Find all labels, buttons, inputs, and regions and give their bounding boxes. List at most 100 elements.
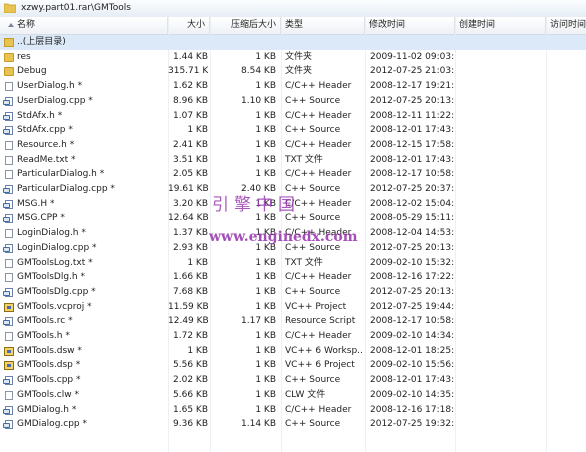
file-type: C++ Source xyxy=(285,95,341,106)
file-size: 12.64 KB xyxy=(168,213,208,224)
file-row[interactable]: GMToolsLog.txt * 1 KB 1 KB TXT 文件 2009-02-10… xyxy=(0,256,586,271)
file-row[interactable]: GMTools.cpp * 2.02 KB 1 KB C++ Source 2008-1… xyxy=(0,373,586,388)
file-name: ReadMe.txt * xyxy=(17,154,76,165)
file-type: C/C++ Header xyxy=(285,139,352,150)
file-row[interactable]: ParticularDialog.h * 2.05 KB 1 KB C/C++ Hea… xyxy=(0,167,586,182)
document-icon xyxy=(5,140,13,150)
file-name: Resource.h * xyxy=(17,139,75,150)
file-row[interactable]: GMTools.rc * 12.49 KB 1.17 KB Resource Scri… xyxy=(0,314,586,329)
file-modified: 2012-07-25 19:44:.. xyxy=(370,301,455,312)
file-size: 2.02 KB xyxy=(173,375,208,386)
file-row[interactable]: GMTools.dsw * 1 KB 1 KB VC++ 6 Worksp... 200… xyxy=(0,344,586,359)
file-row[interactable]: GMTools.h * 1.72 KB 1 KB C/C++ Header 2009-0… xyxy=(0,329,586,344)
file-modified: 2012-07-25 20:13:.. xyxy=(370,286,455,297)
address-bar[interactable]: xzwy.part01.rar\GMTools xyxy=(0,0,586,18)
watermark-url: www.enginedx.com xyxy=(209,229,358,245)
file-row[interactable]: GMDialog.h * 1.65 KB 1 KB C/C++ Header 2008-… xyxy=(0,403,586,418)
file-size: 1 KB xyxy=(187,257,208,268)
file-row[interactable]: Debug 315.71 KB 8.54 KB 文件夹 2012-07-25 21:03… xyxy=(0,64,586,79)
file-row[interactable]: StdAfx.cpp * 1 KB 1 KB C++ Source 2008-12-01… xyxy=(0,123,586,138)
file-modified: 2009-11-02 09:03:.. xyxy=(370,51,455,62)
document-icon xyxy=(5,82,13,92)
file-row[interactable]: GMToolsDlg.cpp * 7.68 KB 1 KB C++ Source 201… xyxy=(0,285,586,300)
file-type: VC++ 6 Project xyxy=(285,360,355,371)
file-name: GMDialog.h * xyxy=(17,404,77,415)
document-icon xyxy=(5,390,13,400)
file-row[interactable]: GMDialog.cpp * 9.36 KB 1.14 KB C++ Source 20… xyxy=(0,417,586,432)
file-size: 5.66 KB xyxy=(173,389,208,400)
file-type: C/C++ Header xyxy=(285,272,352,283)
source-file-icon xyxy=(3,214,13,224)
column-compressed-size[interactable]: 压缩后大小 xyxy=(210,17,281,34)
file-row[interactable]: Resource.h * 2.41 KB 1 KB C/C++ Header 2008-… xyxy=(0,138,586,153)
file-modified: 2008-12-04 14:53:.. xyxy=(370,228,455,239)
parent-directory-label: ..(上层目录) xyxy=(17,37,66,47)
file-compressed-size: 1.17 KB xyxy=(241,316,276,327)
file-compressed-size: 1 KB xyxy=(255,125,276,136)
file-compressed-size: 1 KB xyxy=(255,169,276,180)
file-modified: 2012-07-25 21:03:.. xyxy=(370,66,455,77)
project-icon xyxy=(4,346,14,356)
file-row[interactable]: GMToolsDlg.h * 1.66 KB 1 KB C/C++ Header 200… xyxy=(0,270,586,285)
file-row[interactable]: res 1.44 KB 1 KB 文件夹 2009-11-02 09:03:.. xyxy=(0,50,586,65)
folder-up-icon xyxy=(4,38,14,47)
file-size: 2.05 KB xyxy=(173,169,208,180)
file-name: StdAfx.h * xyxy=(17,110,63,121)
file-size: 1.72 KB xyxy=(173,331,208,341)
file-row[interactable]: GMTools.vcproj * 11.59 KB 1 KB VC++ Project… xyxy=(0,300,586,315)
file-row[interactable]: UserDialog.h * 1.62 KB 1 KB C/C++ Header 200… xyxy=(0,79,586,94)
project-icon xyxy=(4,361,14,371)
file-modified: 2012-07-25 20:37:.. xyxy=(370,184,455,194)
file-row[interactable]: GMTools.dsp * 5.56 KB 1 KB VC++ 6 Project 20… xyxy=(0,358,586,373)
parent-directory-row[interactable]: ..(上层目录) xyxy=(0,35,586,50)
file-size: 2.93 KB xyxy=(173,242,208,253)
folder-icon xyxy=(4,52,14,62)
file-type: 文件夹 xyxy=(285,51,313,62)
file-type: C/C++ Header xyxy=(285,331,352,341)
source-file-icon xyxy=(3,199,13,209)
document-icon xyxy=(5,229,13,239)
file-compressed-size: 1 KB xyxy=(255,360,276,371)
folder-icon xyxy=(4,67,14,77)
file-row[interactable]: StdAfx.h * 1.07 KB 1 KB C/C++ Header 2008-12… xyxy=(0,109,586,124)
file-size: 12.49 KB xyxy=(168,316,208,327)
folder-icon xyxy=(3,3,17,14)
file-row[interactable]: UserDialog.cpp * 8.96 KB 1.10 KB C++ Source… xyxy=(0,94,586,109)
file-size: 1.65 KB xyxy=(173,404,208,415)
column-type[interactable]: 类型 xyxy=(281,17,365,34)
column-size[interactable]: 大小 xyxy=(168,17,210,34)
file-modified: 2008-05-29 15:11:.. xyxy=(370,213,455,224)
file-compressed-size: 8.54 KB xyxy=(241,66,276,77)
file-name: UserDialog.h * xyxy=(17,81,83,92)
address-path[interactable]: xzwy.part01.rar\GMTools xyxy=(21,3,131,14)
file-compressed-size: 1 KB xyxy=(255,331,276,341)
document-icon xyxy=(5,155,13,165)
file-compressed-size: 1 KB xyxy=(255,389,276,400)
file-type: VC++ Project xyxy=(285,301,347,312)
file-name: LoginDialog.cpp * xyxy=(17,242,97,253)
column-modified[interactable]: 修改时间 xyxy=(365,17,455,34)
document-icon xyxy=(5,258,13,268)
file-type: C++ Source xyxy=(285,125,341,136)
source-file-icon xyxy=(3,126,13,136)
column-created[interactable]: 创建时间 xyxy=(455,17,546,34)
file-name: UserDialog.cpp * xyxy=(17,95,93,106)
file-name: LoginDialog.h * xyxy=(17,228,86,239)
file-size: 9.36 KB xyxy=(173,419,208,430)
file-modified: 2009-02-10 15:56:.. xyxy=(370,360,455,371)
column-accessed[interactable]: 访问时间 xyxy=(546,17,586,34)
file-compressed-size: 1 KB xyxy=(255,154,276,165)
column-name[interactable]: 名称 xyxy=(0,17,168,34)
file-name: GMTools.dsw * xyxy=(17,345,82,356)
file-type: C++ Source xyxy=(285,419,341,430)
watermark-text: 引擎中国 xyxy=(212,195,300,215)
file-row[interactable]: GMTools.clw * 5.66 KB 1 KB CLW 文件 2009-02-10… xyxy=(0,388,586,403)
document-icon xyxy=(5,170,13,180)
file-size: 1 KB xyxy=(187,345,208,356)
file-row[interactable]: ReadMe.txt * 3.51 KB 1 KB TXT 文件 2008-12-01 … xyxy=(0,153,586,168)
file-compressed-size: 1 KB xyxy=(255,110,276,121)
file-size: 1.07 KB xyxy=(173,110,208,121)
file-size: 1.37 KB xyxy=(173,228,208,239)
file-type: TXT 文件 xyxy=(285,154,323,165)
file-compressed-size: 1 KB xyxy=(255,81,276,92)
